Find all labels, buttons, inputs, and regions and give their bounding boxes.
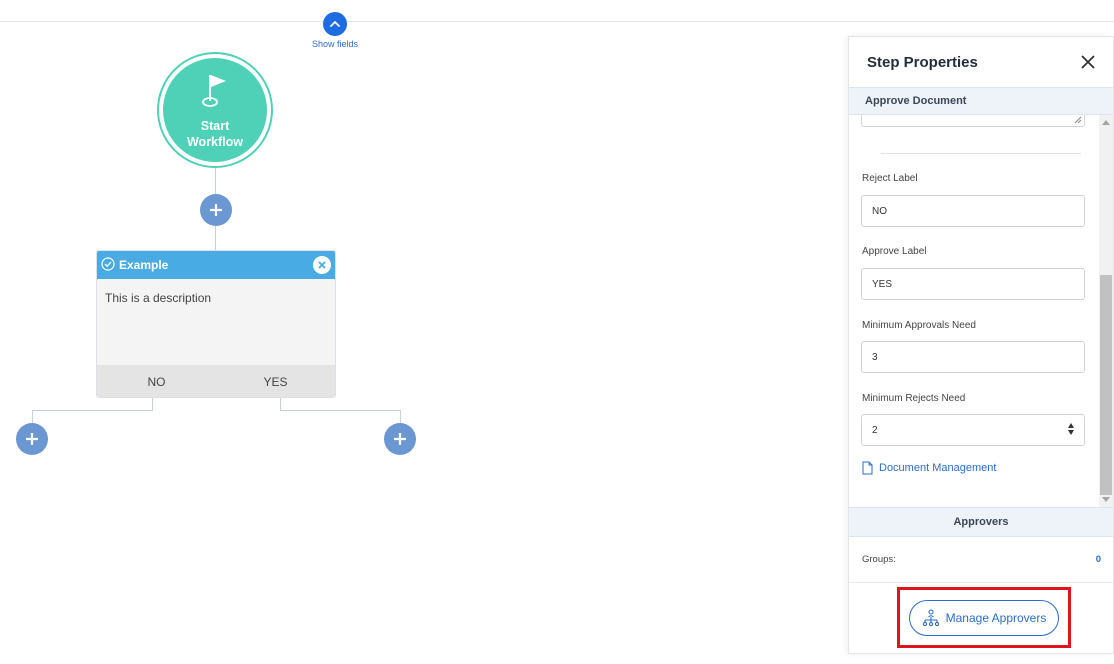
scroll-down-icon[interactable] — [1102, 497, 1110, 502]
outcome-no[interactable]: NO — [97, 375, 216, 389]
org-chart-icon — [922, 608, 939, 626]
min-approvals-field[interactable]: 3 — [861, 341, 1085, 373]
step-title: Example — [119, 258, 169, 272]
close-icon[interactable] — [313, 256, 331, 274]
approval-step-card[interactable]: Example This is a description NO YES — [96, 250, 336, 398]
scrollbar-thumb[interactable] — [1100, 275, 1112, 495]
panel-title: Step Properties — [867, 53, 978, 71]
resize-handle-icon[interactable] — [1074, 116, 1082, 124]
add-step-button[interactable] — [200, 194, 232, 226]
add-step-no-branch-button[interactable] — [16, 423, 48, 455]
top-bar — [0, 0, 1114, 22]
approve-label-field[interactable]: YES — [861, 268, 1085, 300]
stepper-arrows-icon[interactable] — [1068, 423, 1074, 435]
check-circle-icon — [101, 256, 115, 274]
flag-icon — [202, 71, 228, 116]
min-rejects-caption: Minimum Rejects Need — [862, 393, 966, 404]
close-panel-icon[interactable] — [1081, 55, 1095, 69]
groups-row: Groups: 0 — [849, 537, 1113, 583]
connector-line — [280, 410, 401, 411]
connector-line — [32, 410, 33, 424]
min-rejects-value: 2 — [872, 424, 878, 436]
step-description: This is a description — [105, 291, 212, 305]
connector-line — [400, 410, 401, 424]
manage-approvers-label: Manage Approvers — [945, 610, 1047, 625]
min-approvals-caption: Minimum Approvals Need — [862, 320, 976, 331]
step-card-header: Example — [97, 251, 335, 279]
outcome-yes[interactable]: YES — [216, 375, 335, 389]
manage-approvers-button[interactable]: Manage Approvers — [909, 599, 1059, 636]
approve-label-caption: Approve Label — [862, 246, 927, 257]
scroll-up-icon[interactable] — [1102, 120, 1110, 125]
document-management-link[interactable]: Document Management — [862, 461, 996, 475]
reject-label-caption: Reject Label — [862, 173, 918, 184]
groups-count: 0 — [1095, 554, 1101, 565]
groups-label: Groups: — [862, 554, 896, 565]
document-icon — [862, 461, 873, 475]
step-outcomes: NO YES — [97, 365, 335, 397]
plus-icon — [394, 433, 406, 445]
min-rejects-stepper[interactable]: 2 — [861, 414, 1085, 446]
connector-line — [215, 168, 216, 196]
start-workflow-node[interactable]: Start Workflow — [157, 52, 273, 168]
step-properties-panel: Step Properties Approve Document Reject … — [848, 36, 1114, 654]
textarea-resize-stub[interactable] — [861, 115, 1085, 127]
properties-scroll-area[interactable]: Reject Label NO Approve Label YES Minimu… — [849, 115, 1113, 507]
divider — [881, 153, 1081, 154]
manage-approvers-highlight: Manage Approvers — [897, 587, 1071, 648]
document-management-label: Document Management — [879, 462, 997, 474]
reject-label-field[interactable]: NO — [861, 195, 1085, 227]
connector-line — [152, 398, 153, 410]
plus-icon — [26, 433, 38, 445]
connector-line — [280, 398, 281, 410]
connector-line — [215, 226, 216, 250]
workflow-canvas: Start Workflow Example This is a descrip… — [0, 22, 848, 664]
plus-icon — [210, 204, 222, 216]
approvers-header: Approvers — [849, 507, 1113, 537]
section-header: Approve Document — [849, 87, 1113, 115]
add-step-yes-branch-button[interactable] — [384, 423, 416, 455]
panel-header: Step Properties — [849, 37, 1113, 87]
connector-line — [32, 410, 153, 411]
start-workflow-label: Start Workflow — [186, 118, 244, 149]
